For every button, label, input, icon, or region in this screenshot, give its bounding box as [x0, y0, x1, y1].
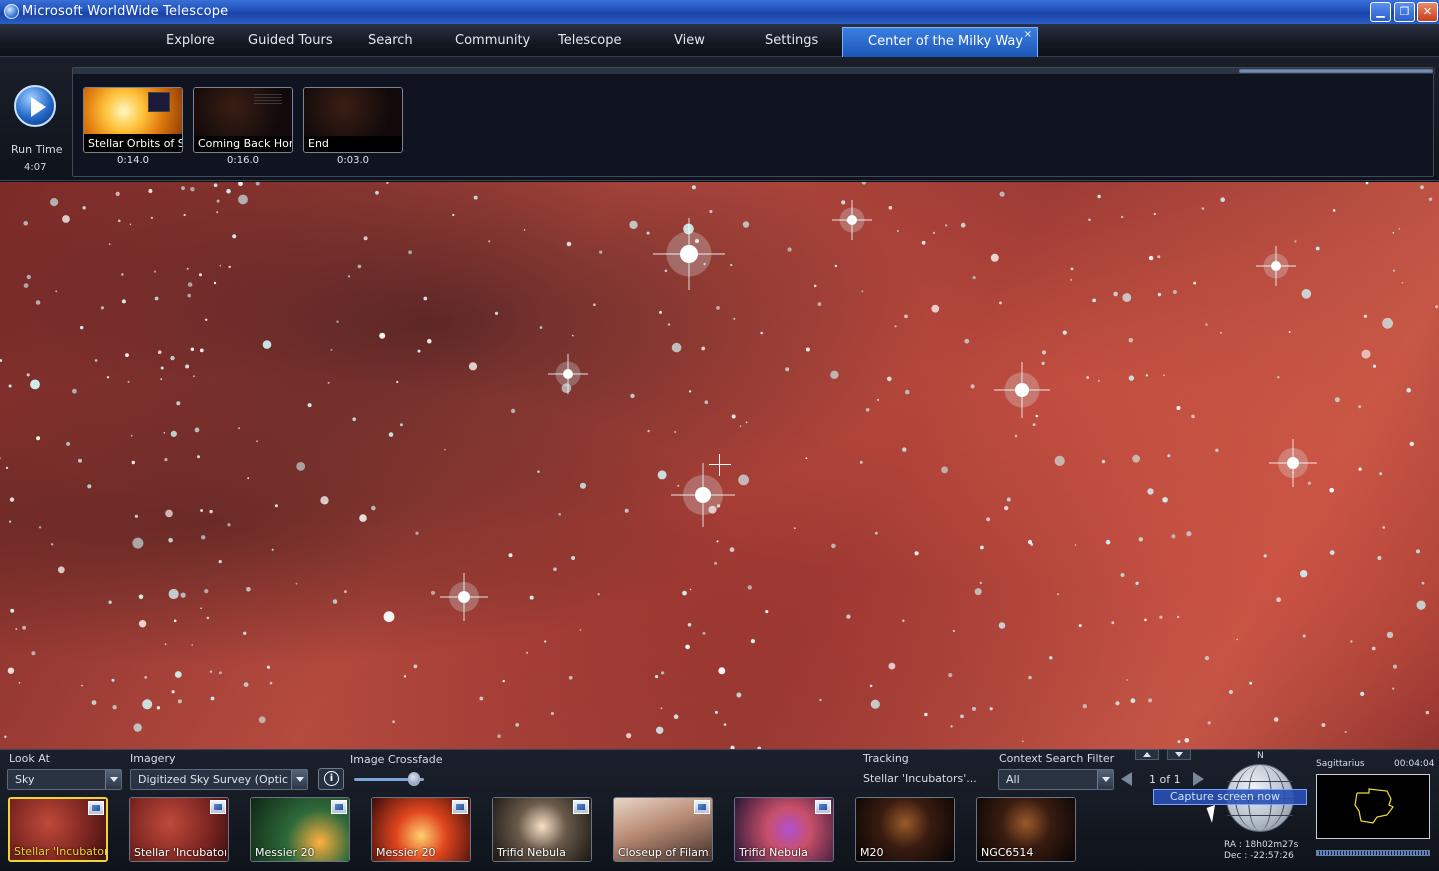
- run-time-label: Run Time: [11, 143, 63, 156]
- look-at-select[interactable]: Sky: [7, 769, 122, 790]
- tracking-label: Tracking: [863, 752, 909, 765]
- page-indicator: 1 of 1: [1149, 773, 1181, 786]
- scroll-up-button[interactable]: [1135, 749, 1159, 760]
- tab-center-of-milky-way[interactable]: Center of the Milky Way ×: [842, 27, 1038, 57]
- menu-explore[interactable]: Explore: [166, 33, 215, 48]
- crosshair-icon: [709, 454, 731, 476]
- menu-view[interactable]: View: [674, 33, 705, 48]
- menu-guided-tours[interactable]: Guided Tours: [248, 33, 333, 48]
- image-badge-icon: [694, 800, 710, 814]
- image-badge-icon: [88, 801, 104, 815]
- tour-scroll-thumb[interactable]: [1239, 69, 1433, 73]
- thumbnail-label: Trifid Nebula: [497, 846, 566, 859]
- minimize-button[interactable]: ▁: [1370, 2, 1391, 22]
- tour-scrollbar[interactable]: [73, 68, 1435, 74]
- constellation-outline-icon: [1354, 788, 1394, 824]
- thumbnail-label: Stellar 'Incubator...: [14, 845, 106, 858]
- close-tab-icon[interactable]: ×: [1024, 29, 1032, 40]
- context-thumbnail[interactable]: Messier 20: [250, 797, 350, 862]
- menu-search[interactable]: Search: [368, 33, 413, 48]
- thumbnail-label: Stellar 'Incubator...: [134, 846, 226, 859]
- clock-readout: 00:04:04: [1394, 759, 1435, 769]
- thumbnail-label: M20: [860, 846, 884, 859]
- context-thumbnail[interactable]: Closeup of Filam...: [613, 797, 713, 862]
- slide-duration: 0:16.0: [227, 155, 259, 166]
- tour-slide[interactable]: Stellar Orbits of S...: [83, 87, 183, 153]
- next-page-icon[interactable]: [1193, 772, 1204, 786]
- play-tour-button[interactable]: [14, 85, 56, 127]
- time-progress-bar[interactable]: [1316, 850, 1430, 856]
- context-thumbnail[interactable]: NGC6514: [976, 797, 1076, 862]
- constellation-minimap[interactable]: [1316, 774, 1430, 839]
- slide-inset-image: [148, 92, 170, 112]
- tour-editor: Run Time 4:07 Stellar Orbits of S... 0:1…: [0, 57, 1439, 181]
- sky-view[interactable]: [0, 182, 1439, 749]
- imagery-value: Digitized Sky Survey (Optical...: [138, 773, 288, 786]
- capture-screen-tooltip[interactable]: Capture screen now: [1153, 789, 1307, 805]
- slide-duration: 0:14.0: [117, 155, 149, 166]
- context-filter-value: All: [1006, 773, 1020, 786]
- slide-label: Coming Back Home: [198, 137, 292, 150]
- context-filter-select[interactable]: All: [998, 769, 1114, 790]
- main-menu: Explore Guided Tours Search Community Te…: [0, 24, 1439, 57]
- context-thumbnail[interactable]: Stellar 'Incubator...: [129, 797, 229, 862]
- tooltip-text: Capture screen now: [1170, 790, 1280, 803]
- slide-label: End: [308, 137, 329, 150]
- context-filter-label: Context Search Filter: [999, 752, 1115, 765]
- slide-text-overlay: [254, 94, 282, 106]
- imagery-select[interactable]: Digitized Sky Survey (Optical...: [130, 769, 308, 790]
- chevron-down-icon[interactable]: [1097, 770, 1113, 789]
- crossfade-label: Image Crossfade: [350, 753, 443, 766]
- thumbnail-label: Messier 20: [255, 846, 315, 859]
- slide-label: Stellar Orbits of S...: [88, 137, 182, 150]
- thumbnail-label: NGC6514: [981, 846, 1034, 859]
- close-window-button[interactable]: ✕: [1417, 2, 1438, 22]
- tab-label: Center of the Milky Way: [868, 34, 1024, 49]
- image-badge-icon: [815, 800, 831, 814]
- wwt-logo-icon: [4, 4, 19, 19]
- slide-image: [304, 88, 402, 136]
- slide-duration: 0:03.0: [337, 155, 369, 166]
- previous-page-icon[interactable]: [1121, 772, 1132, 786]
- constellation-name: Sagittarius: [1316, 759, 1365, 769]
- image-badge-icon: [573, 800, 589, 814]
- chevron-down-icon[interactable]: [105, 770, 121, 789]
- title-bar: Microsoft WorldWide Telescope ▁ ❐ ✕: [0, 0, 1439, 24]
- imagery-info-button[interactable]: i: [318, 768, 344, 790]
- menu-settings[interactable]: Settings: [765, 33, 818, 48]
- context-thumbnail[interactable]: Messier 20: [371, 797, 471, 862]
- tour-slide[interactable]: End: [303, 87, 403, 153]
- imagery-label: Imagery: [130, 752, 176, 765]
- thumbnail-label: Closeup of Filam...: [618, 846, 710, 859]
- crossfade-slider-thumb[interactable]: [407, 772, 420, 786]
- thumbnail-label: Messier 20: [376, 846, 436, 859]
- context-thumbnail[interactable]: M20: [855, 797, 955, 862]
- tracking-value: Stellar 'Incubators'...: [863, 772, 977, 785]
- play-icon: [31, 97, 46, 117]
- image-badge-icon: [210, 800, 226, 814]
- compass-north-label: N: [1257, 751, 1264, 761]
- tour-slide-panel: Stellar Orbits of S... 0:14.0 Coming Bac…: [72, 67, 1435, 177]
- image-badge-icon: [331, 800, 347, 814]
- info-icon: i: [324, 771, 339, 786]
- context-thumbnail[interactable]: Trifid Nebula: [734, 797, 834, 862]
- scroll-down-button[interactable]: [1167, 749, 1191, 760]
- run-time-value: 4:07: [24, 162, 47, 173]
- chevron-down-icon[interactable]: [291, 770, 307, 789]
- menu-telescope[interactable]: Telescope: [558, 33, 621, 48]
- context-thumbnail[interactable]: Trifid Nebula: [492, 797, 592, 862]
- dec-readout: Dec : -22:57:26: [1224, 851, 1294, 861]
- thumbnail-label: Trifid Nebula: [739, 846, 808, 859]
- look-at-value: Sky: [15, 773, 35, 786]
- ra-readout: RA : 18h02m27s: [1224, 840, 1299, 850]
- wwt-window: Microsoft WorldWide Telescope ▁ ❐ ✕ Expl…: [0, 0, 1439, 871]
- window-title: Microsoft WorldWide Telescope: [22, 4, 229, 19]
- maximize-button[interactable]: ❐: [1394, 2, 1415, 22]
- context-thumbnail[interactable]: Stellar 'Incubator...: [8, 797, 108, 862]
- image-badge-icon: [452, 800, 468, 814]
- look-at-label: Look At: [9, 752, 50, 765]
- menu-community[interactable]: Community: [455, 33, 530, 48]
- tour-slide[interactable]: Coming Back Home: [193, 87, 293, 153]
